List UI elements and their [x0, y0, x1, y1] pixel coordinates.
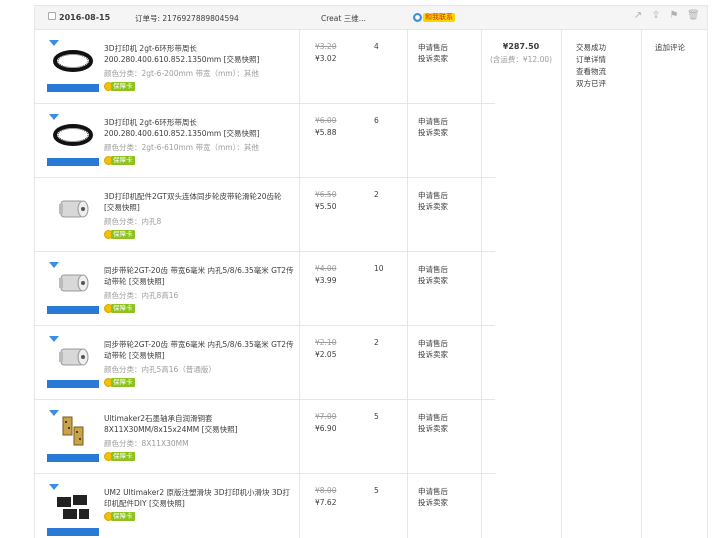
- unit-price: ¥7.62: [315, 498, 337, 507]
- product-sku: 颜色分类：8X11X30MM: [104, 439, 189, 448]
- thumbnail-banner: [47, 528, 99, 536]
- original-price: ¥7.00: [315, 412, 337, 421]
- product-sku: 颜色分类：内孔8高16: [104, 291, 179, 300]
- complain-seller-link[interactable]: 投诉卖家: [418, 127, 448, 138]
- unit-price: ¥5.88: [315, 128, 337, 137]
- item-actions: 申请售后 投诉卖家: [418, 190, 448, 212]
- thumbnail-banner: [47, 158, 99, 166]
- product-title-link[interactable]: 同步带轮2GT-20齿 带宽6毫米 内孔5/8/6.35毫米 GT2传动带轮 […: [104, 339, 294, 361]
- after-sale-link[interactable]: 申请售后: [418, 264, 448, 275]
- unit-price: ¥3.99: [315, 276, 337, 285]
- unit-price: ¥6.90: [315, 424, 337, 433]
- product-sku: 颜色分类：2gt-6-610mm 带宽（mm）：其他: [104, 143, 259, 152]
- order-number: 订单号: 2176927889804594: [135, 14, 239, 23]
- quantity: 2: [374, 190, 379, 199]
- after-sale-link[interactable]: 申请售后: [418, 42, 448, 53]
- contact-label: 和我联系: [423, 13, 455, 22]
- item-actions: 申请售后 投诉卖家: [418, 486, 448, 508]
- original-price: ¥4.00: [315, 264, 337, 273]
- badge-label: 保障卡: [111, 304, 135, 313]
- guarantee-badge[interactable]: 保障卡: [104, 512, 135, 521]
- product-title-link[interactable]: 3D打印机 2gt-6环形带周长200.280.400.610.852.1350…: [104, 43, 294, 65]
- upload-icon[interactable]: ⇪: [651, 11, 661, 21]
- guarantee-badge[interactable]: 保障卡: [104, 230, 135, 239]
- unit-price: ¥2.05: [315, 350, 337, 359]
- column-divider: [561, 30, 562, 538]
- guarantee-badge[interactable]: 保障卡: [104, 156, 135, 165]
- thumbnail-banner: [47, 454, 99, 462]
- original-price: ¥3.20: [315, 42, 337, 51]
- badge-label: 保障卡: [111, 156, 135, 165]
- guarantee-badge[interactable]: 保障卡: [104, 304, 135, 313]
- item-actions: 申请售后 投诉卖家: [418, 338, 448, 360]
- column-divider: [641, 30, 642, 538]
- complain-seller-link[interactable]: 投诉卖家: [418, 423, 448, 434]
- product-title-link[interactable]: 3D打印机 2gt-6环形带周长200.280.400.610.852.1350…: [104, 117, 294, 139]
- contact-seller-button[interactable]: ● 和我联系: [413, 13, 455, 22]
- flag-icon[interactable]: ⚑: [669, 11, 679, 21]
- shop-name-link[interactable]: Creat 三维...: [321, 13, 366, 24]
- order-date: 2016-08-15: [59, 13, 111, 22]
- quantity: 2: [374, 338, 379, 347]
- after-sale-link[interactable]: 申请售后: [418, 116, 448, 127]
- product-title-link[interactable]: 3D打印机配件2GT双头连体同步轮皮带轮滑轮20齿轮 [交易快照]: [104, 191, 294, 213]
- share-icon[interactable]: ↗: [633, 11, 643, 21]
- review-status: 双方已评: [576, 79, 606, 88]
- add-review-link[interactable]: 追加评论: [655, 42, 685, 53]
- trash-icon[interactable]: 🗑: [687, 11, 700, 21]
- quantity: 5: [374, 486, 379, 495]
- after-sale-link[interactable]: 申请售后: [418, 486, 448, 497]
- guarantee-badge[interactable]: 保障卡: [104, 378, 135, 387]
- complain-seller-link[interactable]: 投诉卖家: [418, 349, 448, 360]
- product-title-link[interactable]: UM2 Ultimaker2 原版注塑滑块 3D打印机小滑块 3D打印机配件DI…: [104, 487, 294, 509]
- item-actions: 申请售后 投诉卖家: [418, 42, 448, 64]
- order-checkbox[interactable]: [48, 12, 56, 20]
- complain-seller-link[interactable]: 投诉卖家: [418, 497, 448, 508]
- quantity: 4: [374, 42, 379, 51]
- original-price: ¥8.00: [315, 486, 337, 495]
- thumbnail-banner: [47, 84, 99, 92]
- product-title-link[interactable]: Ultimaker2石墨轴承自润滑铜套 8X11X30MM/8x15x24MM …: [104, 413, 294, 435]
- item-actions: 申请售后 投诉卖家: [418, 264, 448, 286]
- header-actions: ↗ ⇪ ⚑ 🗑: [633, 11, 700, 21]
- unit-price: ¥5.50: [315, 202, 337, 211]
- badge-label: 保障卡: [111, 452, 135, 461]
- thumbnail-banner: [47, 306, 99, 314]
- after-sale-link[interactable]: 申请售后: [418, 190, 448, 201]
- order-detail-link[interactable]: 订单详情: [576, 54, 606, 66]
- order-header: 2016-08-15 订单号: 2176927889804594 Creat 三…: [35, 6, 707, 30]
- product-sku: 颜色分类：内孔8: [104, 217, 162, 226]
- order-status: 交易成功 订单详情 查看物流 双方已评: [576, 42, 606, 90]
- product-sku: 颜色分类：2gt-6-200mm 带宽（mm）：其他: [104, 69, 259, 78]
- item-actions: 申请售后 投诉卖家: [418, 412, 448, 434]
- after-sale-link[interactable]: 申请售后: [418, 338, 448, 349]
- badge-label: 保障卡: [111, 230, 135, 239]
- guarantee-badge[interactable]: 保障卡: [104, 82, 135, 91]
- product-thumbnail[interactable]: [47, 187, 99, 239]
- product-sku: 颜色分类：内孔5高16（普通版）: [104, 365, 216, 374]
- original-price: ¥2.10: [315, 338, 337, 347]
- original-price: ¥6.50: [315, 190, 337, 199]
- guarantee-badge[interactable]: 保障卡: [104, 452, 135, 461]
- complain-seller-link[interactable]: 投诉卖家: [418, 201, 448, 212]
- badge-label: 保障卡: [111, 82, 135, 91]
- original-price: ¥6.00: [315, 116, 337, 125]
- order-card: 2016-08-15 订单号: 2176927889804594 Creat 三…: [34, 5, 708, 538]
- complain-seller-link[interactable]: 投诉卖家: [418, 53, 448, 64]
- complain-seller-link[interactable]: 投诉卖家: [418, 275, 448, 286]
- unit-price: ¥3.02: [315, 54, 337, 63]
- thumbnail-banner: [47, 380, 99, 388]
- quantity: 5: [374, 412, 379, 421]
- wangwang-icon: ●: [413, 13, 422, 22]
- quantity: 10: [374, 264, 384, 273]
- product-title-link[interactable]: 同步带轮2GT-20齿 带宽6毫米 内孔5/8/6.35毫米 GT2传动带轮 […: [104, 265, 294, 287]
- after-sale-link[interactable]: 申请售后: [418, 412, 448, 423]
- item-actions: 申请售后 投诉卖家: [418, 116, 448, 138]
- quantity: 6: [374, 116, 379, 125]
- badge-label: 保障卡: [111, 512, 135, 521]
- view-logistics-link[interactable]: 查看物流: [576, 66, 606, 78]
- status-text: 交易成功: [576, 43, 606, 52]
- badge-label: 保障卡: [111, 378, 135, 387]
